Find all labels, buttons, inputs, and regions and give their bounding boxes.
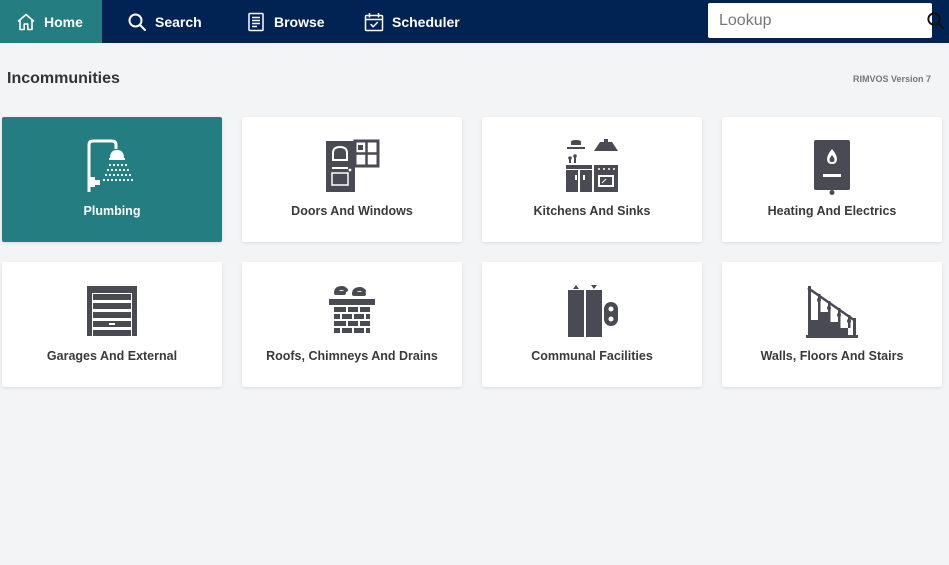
nav-browse-label: Browse xyxy=(274,13,325,30)
nav-browse[interactable]: Browse xyxy=(246,0,325,43)
category-label: Communal Facilities xyxy=(531,349,653,363)
category-label: Garages And External xyxy=(46,349,178,363)
category-tile-garages-and-external[interactable]: Garages And External xyxy=(2,262,222,387)
lift-icon xyxy=(564,284,620,340)
category-label: Kitchens And Sinks xyxy=(533,204,651,218)
stairs-icon xyxy=(804,284,860,340)
category-tile-doors-and-windows[interactable]: Doors And Windows xyxy=(242,117,462,242)
category-grid: Plumbing Doors And Windows Kitchens And … xyxy=(2,117,942,387)
boiler-icon xyxy=(804,139,860,195)
garage-icon xyxy=(84,284,140,340)
lookup-input[interactable] xyxy=(708,3,926,38)
lookup-search-button[interactable] xyxy=(926,3,945,38)
chimney-icon xyxy=(324,284,380,340)
nav-search-label: Search xyxy=(155,13,202,30)
shower-icon xyxy=(84,139,140,195)
lookup-box xyxy=(708,3,945,38)
category-tile-heating-and-electrics[interactable]: Heating And Electrics xyxy=(722,117,942,242)
search-icon xyxy=(927,12,945,30)
search-icon xyxy=(127,12,147,32)
page-title: Incommunities xyxy=(7,70,120,87)
category-tile-communal-facilities[interactable]: Communal Facilities xyxy=(482,262,702,387)
category-label: Heating And Electrics xyxy=(767,204,897,218)
category-tile-kitchens-and-sinks[interactable]: Kitchens And Sinks xyxy=(482,117,702,242)
home-icon xyxy=(16,12,36,32)
version-label: RIMVOS Version 7 xyxy=(852,74,931,84)
category-tile-plumbing[interactable]: Plumbing xyxy=(2,117,222,242)
calendar-icon xyxy=(364,12,384,32)
category-label: Walls, Floors And Stairs xyxy=(760,349,904,363)
top-nav-bar: Home Search Browse Scheduler Lookup xyxy=(0,0,949,43)
category-tile-roofs-chimneys-and-drains[interactable]: Roofs, Chimneys And Drains xyxy=(242,262,462,387)
door-window-icon xyxy=(324,139,380,195)
category-label: Plumbing xyxy=(83,204,141,218)
category-tile-walls-floors-and-stairs[interactable]: Walls, Floors And Stairs xyxy=(722,262,942,387)
nav-search[interactable]: Search xyxy=(127,0,202,43)
category-label: Doors And Windows xyxy=(291,204,413,218)
nav-home[interactable]: Home xyxy=(0,0,102,43)
kitchen-icon xyxy=(564,139,620,195)
nav-home-label: Home xyxy=(44,13,83,30)
list-icon xyxy=(246,12,266,32)
nav-scheduler[interactable]: Scheduler xyxy=(364,0,460,43)
nav-scheduler-label: Scheduler xyxy=(392,13,460,30)
category-label: Roofs, Chimneys And Drains xyxy=(266,349,438,363)
